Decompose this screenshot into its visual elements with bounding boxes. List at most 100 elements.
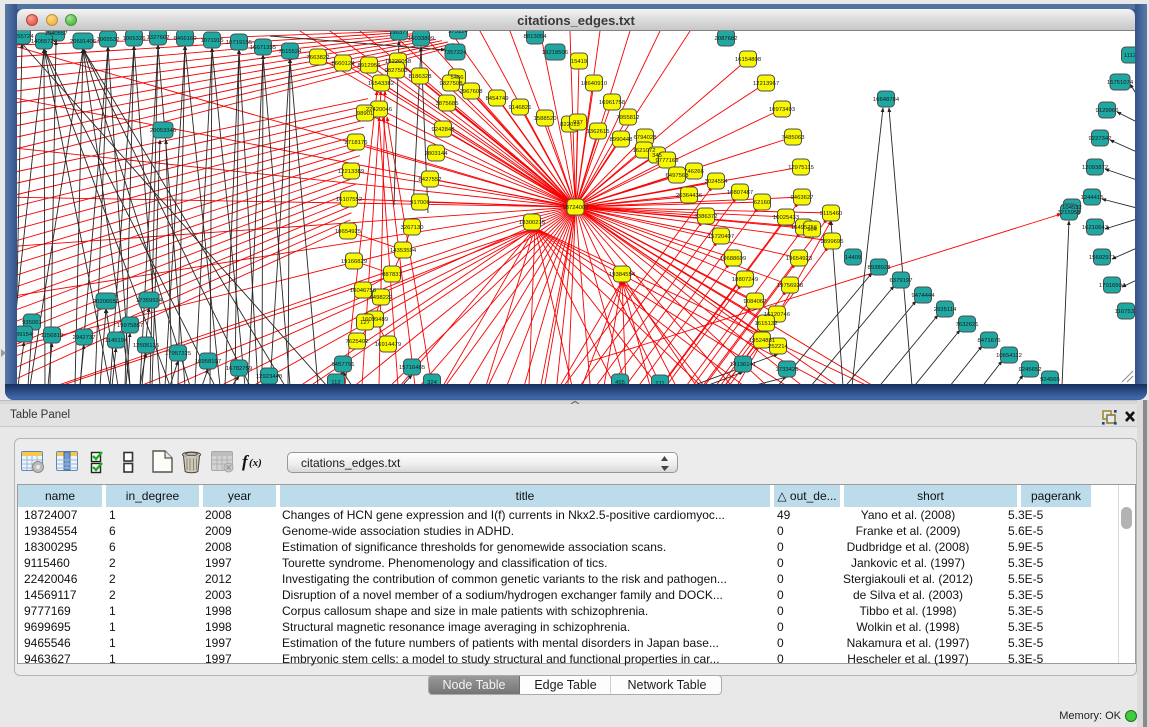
svg-text:1065532: 1065532 [97,37,120,43]
svg-text:8912956: 8912956 [358,63,382,69]
svg-text:3267130: 3267130 [401,225,425,231]
svg-text:2967608: 2967608 [460,89,484,95]
svg-text:8471676: 8471676 [978,338,1002,344]
svg-text:9777169: 9777169 [656,158,679,164]
svg-text:10973493: 10973493 [769,107,796,113]
svg-text:964: 964 [807,227,818,233]
svg-text:9227342: 9227342 [1089,136,1112,142]
svg-text:12975115: 12975115 [788,165,814,171]
svg-text:17957225: 17957225 [165,351,192,357]
svg-text:16046756: 16046756 [350,288,377,294]
svg-text:3215958: 3215958 [1058,210,1082,216]
svg-text:1940557: 1940557 [45,31,68,37]
svg-text:9115460: 9115460 [820,211,843,217]
svg-text:12213967: 12213967 [753,81,779,87]
svg-text:455: 455 [615,380,626,384]
svg-text:6497568: 6497568 [666,173,690,179]
svg-text:7625402: 7625402 [346,339,369,345]
svg-text:9129966: 9129966 [1096,108,1120,114]
svg-text:15751074: 15751074 [1107,80,1134,86]
svg-text:1733426: 1733426 [776,367,800,373]
svg-text:1112: 1112 [1124,53,1135,59]
svg-text:937: 937 [573,120,583,126]
svg-text:16648784: 16648784 [873,97,900,103]
svg-text:8186328: 8186328 [409,74,433,80]
svg-text:16671355: 16671355 [250,45,277,51]
svg-text:16543382: 16543382 [368,81,394,87]
svg-text:16120746: 16120746 [764,312,791,318]
svg-text:8990448: 8990448 [610,137,634,143]
svg-text:2718176: 2718176 [345,140,369,146]
svg-text:15692971: 15692971 [1089,255,1115,261]
svg-text:2935114: 2935114 [934,307,957,313]
svg-text:18226058: 18226058 [385,59,412,65]
svg-text:917006: 917006 [410,200,430,206]
svg-text:16961758: 16961758 [599,100,626,106]
svg-text:14409: 14409 [845,255,861,261]
svg-text:1071915: 1071915 [201,38,225,44]
svg-text:2942737: 2942737 [73,335,96,341]
svg-text:16154808: 16154808 [735,57,762,63]
svg-text:19166829: 19166829 [341,259,367,265]
svg-text:7663822: 7663822 [307,55,330,61]
svg-text:15720407: 15720407 [708,234,734,240]
svg-text:16782759: 16782759 [226,366,252,372]
svg-text:18724007: 18724007 [562,205,588,211]
svg-text:6466160: 6466160 [174,36,198,42]
svg-text:19384554: 19384554 [609,272,636,278]
svg-text:14055724: 14055724 [31,39,58,45]
svg-text:18807249: 18807249 [732,277,758,283]
svg-text:10025433: 10025433 [773,215,800,221]
svg-text:324: 324 [427,380,438,384]
svg-text:16033809: 16033809 [408,36,434,42]
svg-text:3024554: 3024554 [705,179,729,185]
svg-text:252214: 252214 [768,344,788,350]
svg-text:39154: 39154 [17,332,33,338]
svg-text:975124: 975124 [448,31,468,35]
svg-text:16107552: 16107552 [336,197,362,203]
svg-text:10958107: 10958107 [195,359,221,365]
svg-text:9146821: 9146821 [509,105,532,111]
svg-text:887831: 887831 [382,272,402,278]
svg-text:9474444: 9474444 [912,293,936,299]
svg-text:9245652: 9245652 [1019,367,1042,373]
svg-text:9242848: 9242848 [432,127,456,133]
svg-text:7515524: 7515524 [279,49,303,55]
svg-text:19975887: 19975887 [117,323,143,329]
svg-text:3875685: 3875685 [436,101,460,107]
svg-text:924565: 924565 [1040,377,1060,383]
svg-text:14136141: 14136141 [730,362,756,368]
svg-text:8938928: 8938928 [868,265,892,271]
svg-text:211: 211 [655,381,664,384]
svg-text:17359924: 17359924 [136,298,163,304]
svg-text:1065326: 1065326 [123,36,147,42]
svg-text:1362615: 1362615 [587,129,611,135]
svg-text:1327602: 1327602 [147,35,170,41]
svg-text:20053346: 20053346 [150,128,177,134]
svg-text:(x): (x) [249,457,262,469]
svg-text:1156819: 1156819 [41,333,64,339]
svg-text:10654112: 10654112 [996,353,1022,359]
svg-text:1615132: 1615132 [755,321,778,327]
svg-text:14353594: 14353594 [390,248,417,254]
svg-text:18640910: 18640910 [581,81,608,87]
svg-text:9084067: 9084067 [744,299,767,305]
svg-text:8454749: 8454749 [486,96,509,102]
svg-text:12213389: 12213389 [338,169,364,175]
svg-text:98901: 98901 [357,111,373,117]
svg-text:127: 127 [360,320,370,326]
svg-text:1244415: 1244415 [1081,195,1105,201]
svg-text:19218506: 19218506 [542,50,569,56]
svg-text:8813054: 8813054 [524,34,548,40]
svg-text:112: 112 [331,380,340,384]
svg-text:19654923: 19654923 [786,256,813,262]
svg-text:15716485: 15716485 [399,365,426,371]
svg-text:10719155: 10719155 [226,40,253,46]
svg-text:19756928: 19756928 [777,283,804,289]
svg-text:12093872: 12093872 [1082,165,1108,171]
svg-text:9827508: 9827508 [440,81,464,87]
svg-text:2087682: 2087682 [715,36,738,42]
svg-text:19654925: 19654925 [335,229,362,235]
svg-text:20691406: 20691406 [70,39,97,45]
svg-text:62160: 62160 [754,200,771,206]
